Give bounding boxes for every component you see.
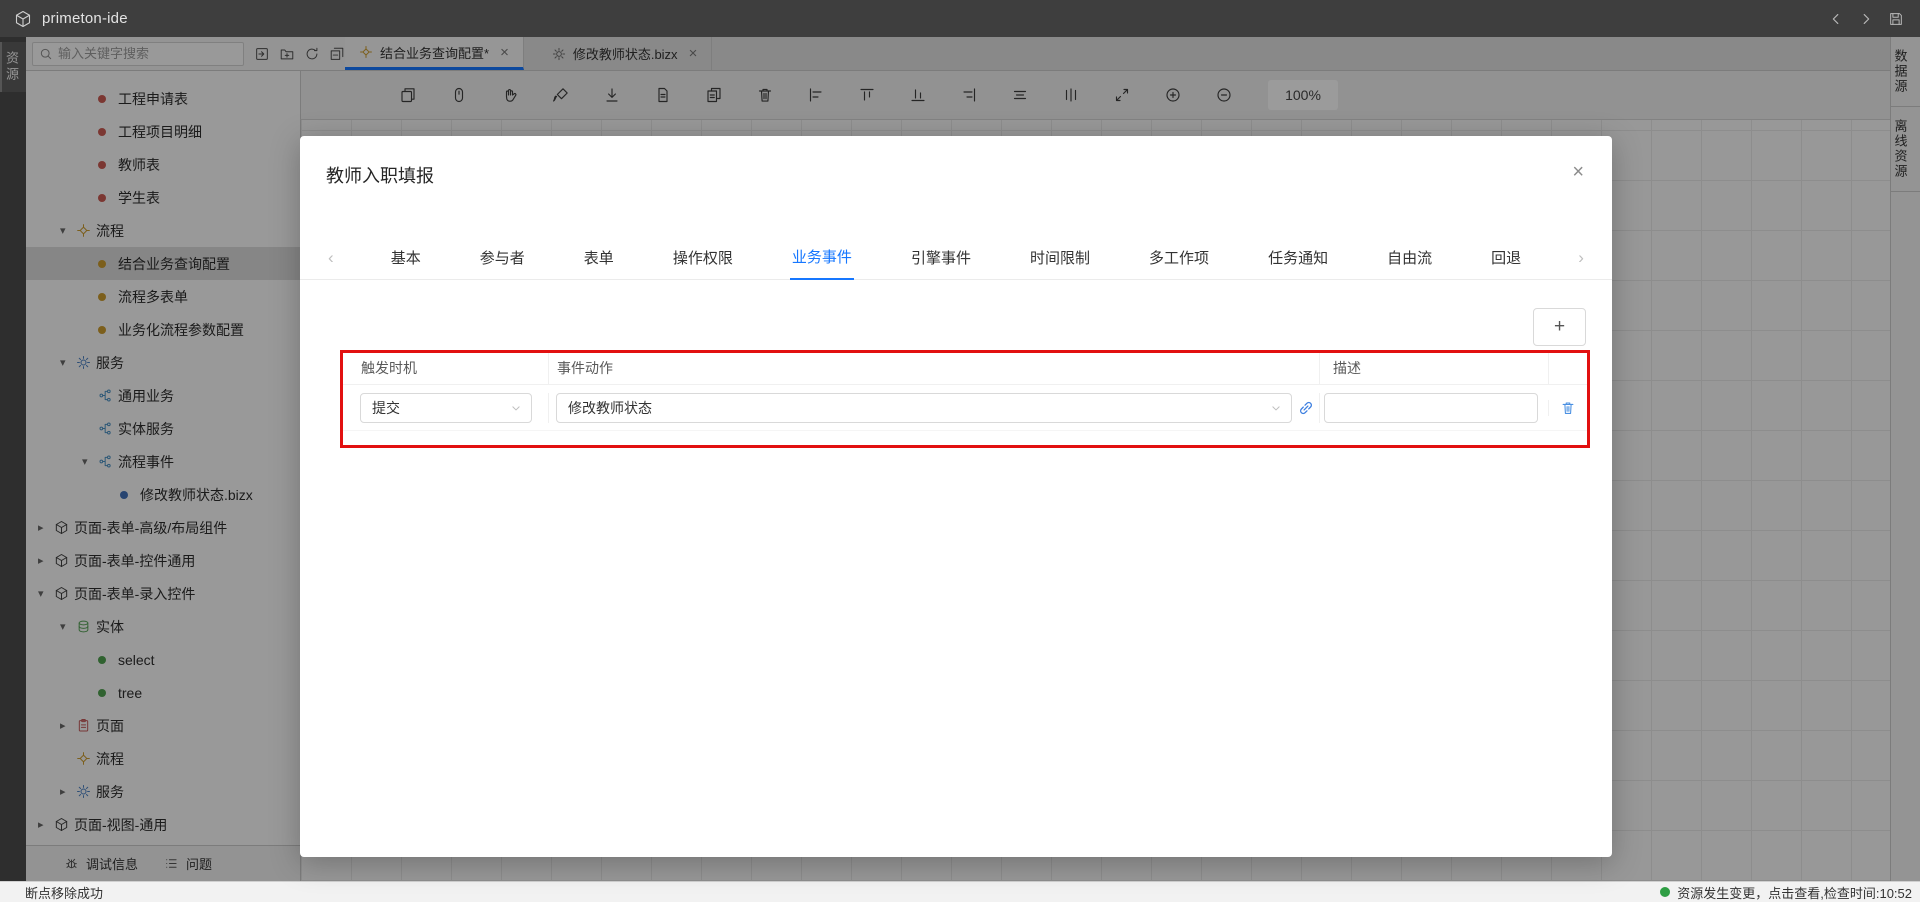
description-input[interactable] <box>1324 393 1538 423</box>
close-icon[interactable]: × <box>1572 162 1584 182</box>
dialog-tab[interactable]: 操作权限 <box>671 236 735 279</box>
column-header-action: 事件动作 <box>548 353 1319 384</box>
column-header-description: 描述 <box>1319 353 1548 384</box>
tab-scroll-left-icon[interactable]: ‹ <box>328 248 334 268</box>
link-icon[interactable] <box>1297 399 1315 417</box>
dialog-tab-bar: ‹ 基本 参与者 表单 操作权限 业务事件 引擎事件 时间限制 多工作项 任务通知 自由流 回退 › <box>300 236 1612 280</box>
table-row: 提交 修改教师状态 <box>343 385 1587 431</box>
resource-change-text: 资源发生变更，点击查看,检查时间:10:52 <box>1677 883 1912 902</box>
tab-scroll-right-icon[interactable]: › <box>1578 248 1584 268</box>
dialog-tab[interactable]: 表单 <box>582 236 616 279</box>
business-event-table: 触发时机 事件动作 描述 提交 修改教师状态 <box>340 350 1590 448</box>
forward-icon[interactable] <box>1858 11 1874 27</box>
delete-row-icon[interactable] <box>1560 400 1576 416</box>
dialog-tab[interactable]: 自由流 <box>1385 236 1434 279</box>
status-dot-icon <box>1660 887 1670 897</box>
dialog-tab[interactable]: 基本 <box>389 236 423 279</box>
back-icon[interactable] <box>1828 11 1844 27</box>
dialog-tab[interactable]: 业务事件 <box>790 235 854 280</box>
trigger-select[interactable]: 提交 <box>360 393 532 423</box>
save-icon[interactable] <box>1888 11 1904 27</box>
dialog-title: 教师入职填报 <box>326 162 434 188</box>
dialog-tab[interactable]: 参与者 <box>478 236 527 279</box>
column-header-trigger: 触发时机 <box>343 353 548 384</box>
app-title: primeton-ide <box>42 10 128 27</box>
dialog-tab[interactable]: 多工作项 <box>1147 236 1211 279</box>
dialog-tab[interactable]: 任务通知 <box>1266 236 1330 279</box>
dialog-tab[interactable]: 时间限制 <box>1028 236 1092 279</box>
primeton-ide-app: primeton-ide 资源 结合业务查询配置* × 修改教师状态.bizx … <box>0 0 1920 902</box>
action-select[interactable]: 修改教师状态 <box>556 393 1292 423</box>
title-bar: primeton-ide <box>0 0 1920 37</box>
status-message: 断点移除成功 <box>0 883 103 902</box>
titlebar-actions <box>1828 11 1920 27</box>
column-header-operations <box>1548 353 1587 384</box>
chevron-down-icon <box>1269 401 1283 415</box>
workspace: 资源 结合业务查询配置* × 修改教师状态.bizx × 工程申请表 工程项目明… <box>0 37 1920 881</box>
process-config-dialog: 教师入职填报 × ‹ 基本 参与者 表单 操作权限 业务事件 引擎事件 时间限制 多工作项 任务通… <box>300 136 1612 857</box>
table-header: 触发时机 事件动作 描述 <box>343 353 1587 385</box>
resource-change-notice[interactable]: 资源发生变更，点击查看,检查时间:10:52 <box>1660 883 1920 902</box>
app-logo-icon <box>14 10 32 28</box>
add-row-button[interactable]: + <box>1533 308 1586 346</box>
status-bar: 断点移除成功 资源发生变更，点击查看,检查时间:10:52 <box>0 881 1920 902</box>
chevron-down-icon <box>509 401 523 415</box>
dialog-tab[interactable]: 回退 <box>1489 236 1523 279</box>
dialog-tab[interactable]: 引擎事件 <box>909 236 973 279</box>
